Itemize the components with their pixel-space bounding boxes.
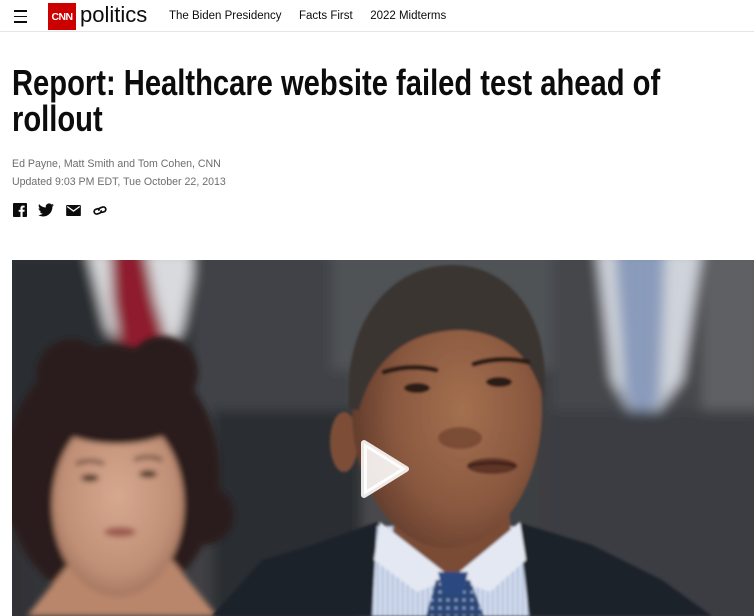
section-title-politics[interactable]: politics [80,3,147,27]
facebook-icon [13,203,27,217]
menu-button[interactable] [14,9,27,23]
nav-link-facts-first[interactable]: Facts First [299,9,353,23]
nav-links: The Biden Presidency Facts First 2022 Mi… [169,9,446,23]
share-facebook-button[interactable] [13,203,27,217]
byline: Ed Payne, Matt Smith and Tom Cohen, CNN [12,158,221,170]
hamburger-icon-line [14,10,27,12]
nav-link-biden-presidency[interactable]: The Biden Presidency [169,9,282,23]
article-meta: Ed Payne, Matt Smith and Tom Cohen, CNN … [12,155,226,191]
twitter-icon [38,203,54,217]
email-icon [66,205,81,216]
article-headline: Report: Healthcare website failed test a… [12,65,661,139]
video-player[interactable] [12,260,754,616]
hamburger-icon-line [14,21,27,23]
link-icon [93,206,107,215]
top-nav: CNN politics The Biden Presidency Facts … [0,0,754,32]
share-email-button[interactable] [66,205,81,216]
hamburger-icon-line [14,15,27,18]
headline-container: Report: Healthcare website failed test a… [12,65,754,141]
updated-timestamp: Updated 9:03 PM EDT, Tue October 22, 201… [12,176,226,188]
share-twitter-button[interactable] [38,202,54,218]
video-thumbnail-image [12,260,754,616]
share-link-button[interactable] [92,205,108,216]
cnn-logo[interactable]: CNN [48,3,76,30]
nav-link-2022-midterms[interactable]: 2022 Midterms [370,9,446,23]
